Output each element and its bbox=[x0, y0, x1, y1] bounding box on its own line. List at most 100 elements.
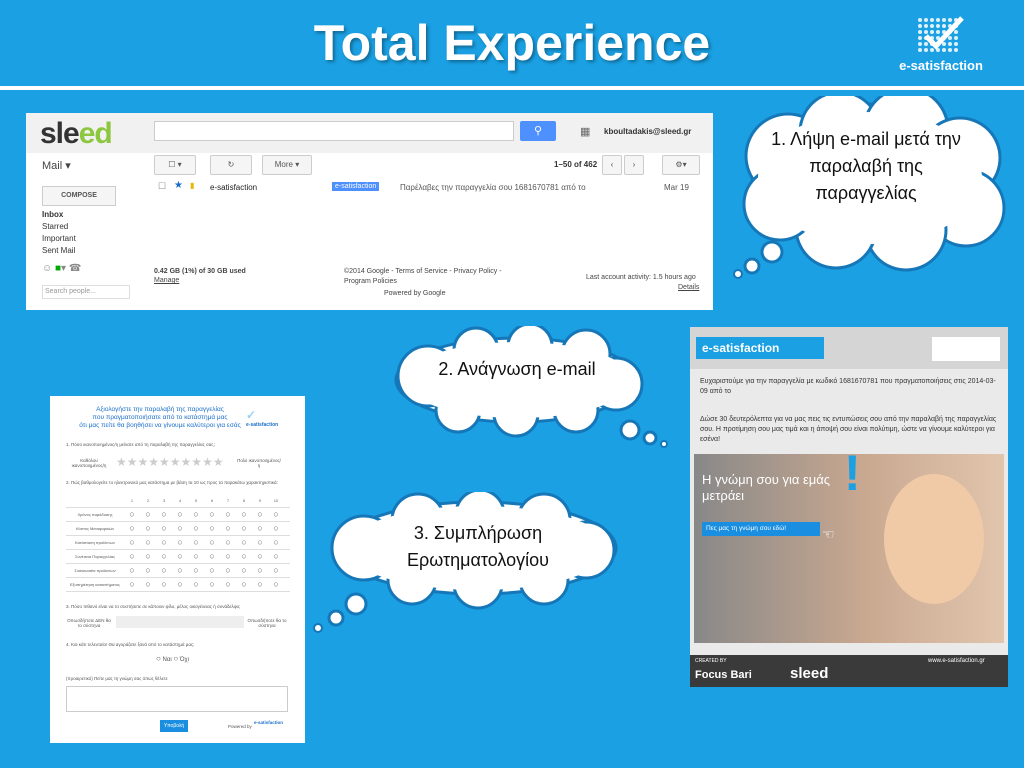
nav-starred[interactable]: Starred bbox=[42, 222, 68, 231]
survey-q5: (προαιρετικό) Πείτε μας τη γνώμη σας όπω… bbox=[66, 676, 168, 681]
radio-option-icon[interactable]: ○ bbox=[204, 552, 220, 561]
radio-option-icon[interactable]: ○ bbox=[204, 510, 220, 519]
radio-option-icon[interactable]: ○ bbox=[140, 566, 156, 575]
repurchase-radio[interactable]: ○ Ναι ○ Όχι bbox=[156, 654, 189, 663]
radio-option-icon[interactable]: ○ bbox=[268, 552, 284, 561]
radio-option-icon[interactable]: ○ bbox=[252, 552, 268, 561]
feedback-cta-button[interactable]: Πες μας τη γνώμη σου εδώ! bbox=[702, 522, 820, 536]
radio-option-icon[interactable]: ○ bbox=[204, 580, 220, 589]
radio-option-icon[interactable]: ○ bbox=[236, 566, 252, 575]
manage-link[interactable]: Manage bbox=[154, 276, 179, 286]
radio-option-icon[interactable]: ○ bbox=[236, 524, 252, 533]
radio-option-icon[interactable]: ○ bbox=[236, 538, 252, 547]
radio-option-icon[interactable]: ○ bbox=[172, 566, 188, 575]
cloud-step-2-text: 2. Ανάγνωση e-mail bbox=[438, 359, 596, 379]
row-checkbox[interactable]: ☐ bbox=[158, 181, 166, 192]
radio-option-icon[interactable]: ○ bbox=[204, 538, 220, 547]
radio-option-icon[interactable]: ○ bbox=[220, 538, 236, 547]
radio-option-icon[interactable]: ○ bbox=[188, 538, 204, 547]
radio-option-icon[interactable]: ○ bbox=[156, 538, 172, 547]
nav-important[interactable]: Important bbox=[42, 234, 76, 243]
radio-option-icon[interactable]: ○ bbox=[124, 580, 140, 589]
radio-option-icon[interactable]: ○ bbox=[220, 552, 236, 561]
survey-title-1: Αξιολογήστε την παραλαβή της παραγγελίας bbox=[96, 406, 224, 413]
radio-option-icon[interactable]: ○ bbox=[124, 524, 140, 533]
radio-option-icon[interactable]: ○ bbox=[268, 538, 284, 547]
radio-option-icon[interactable]: ○ bbox=[172, 538, 188, 547]
radio-option-icon[interactable]: ○ bbox=[252, 580, 268, 589]
star-icon[interactable]: ★ bbox=[174, 180, 183, 191]
radio-option-icon[interactable]: ○ bbox=[156, 552, 172, 561]
radio-option-icon[interactable]: ○ bbox=[236, 552, 252, 561]
details-link[interactable]: Details bbox=[678, 283, 699, 293]
radio-option-icon[interactable]: ○ bbox=[220, 566, 236, 575]
radio-option-icon[interactable]: ○ bbox=[236, 510, 252, 519]
footer-url[interactable]: www.e-satisfaction.gr bbox=[928, 658, 985, 664]
radio-option-icon[interactable]: ○ bbox=[188, 566, 204, 575]
prev-page-icon[interactable]: ‹ bbox=[602, 155, 622, 175]
radio-option-icon[interactable]: ○ bbox=[140, 552, 156, 561]
radio-option-icon[interactable]: ○ bbox=[252, 524, 268, 533]
settings-gear-icon[interactable]: ⚙▾ bbox=[662, 155, 700, 175]
radio-no-icon[interactable]: ○ bbox=[173, 654, 178, 663]
radio-option-icon[interactable]: ○ bbox=[268, 524, 284, 533]
radio-option-icon[interactable]: ○ bbox=[252, 538, 268, 547]
radio-option-icon[interactable]: ○ bbox=[220, 580, 236, 589]
radio-option-icon[interactable]: ○ bbox=[140, 538, 156, 547]
radio-option-icon[interactable]: ○ bbox=[124, 538, 140, 547]
apps-grid-icon[interactable]: ▦ bbox=[580, 125, 590, 138]
radio-option-icon[interactable]: ○ bbox=[220, 524, 236, 533]
select-checkbox-button[interactable]: ☐ ▾ bbox=[154, 155, 196, 175]
search-people-input[interactable]: Search people... bbox=[42, 285, 130, 299]
radio-option-icon[interactable]: ○ bbox=[156, 580, 172, 589]
radio-option-icon[interactable]: ○ bbox=[236, 580, 252, 589]
radio-option-icon[interactable]: ○ bbox=[124, 510, 140, 519]
compose-button[interactable]: COMPOSE bbox=[42, 186, 116, 206]
comment-textarea[interactable] bbox=[66, 686, 288, 712]
nps-scale[interactable] bbox=[116, 616, 244, 628]
refresh-icon[interactable]: ↻ bbox=[210, 155, 252, 175]
radio-option-icon[interactable]: ○ bbox=[172, 552, 188, 561]
radio-option-icon[interactable]: ○ bbox=[140, 524, 156, 533]
radio-option-icon[interactable]: ○ bbox=[124, 552, 140, 561]
grid-row-label: Εξυπηρέτηση καταστήματος bbox=[70, 582, 120, 587]
radio-option-icon[interactable]: ○ bbox=[172, 510, 188, 519]
next-page-icon[interactable]: › bbox=[624, 155, 644, 175]
radio-option-icon[interactable]: ○ bbox=[252, 566, 268, 575]
mail-dropdown[interactable]: Mail ▾ bbox=[42, 159, 71, 172]
gmail-search-input[interactable] bbox=[154, 121, 514, 141]
radio-option-icon[interactable]: ○ bbox=[156, 510, 172, 519]
radio-option-icon[interactable]: ○ bbox=[188, 552, 204, 561]
submit-button[interactable]: Υποβολή bbox=[160, 720, 188, 732]
radio-option-icon[interactable]: ○ bbox=[204, 566, 220, 575]
account-email[interactable]: kboultadakis@sleed.gr bbox=[604, 127, 691, 136]
radio-option-icon[interactable]: ○ bbox=[172, 580, 188, 589]
radio-option-icon[interactable]: ○ bbox=[204, 524, 220, 533]
more-button[interactable]: More ▾ bbox=[262, 155, 312, 175]
star-rating[interactable]: ★★★★★★★★★★ bbox=[116, 455, 224, 469]
footer-copyright[interactable]: ©2014 Google - Terms of Service - Privac… bbox=[344, 267, 524, 287]
nav-sent[interactable]: Sent Mail bbox=[42, 246, 75, 255]
radio-option-icon[interactable]: ○ bbox=[252, 510, 268, 519]
cloud-step-3: 3. Συμπλήρωση Ερωτηματολογίου bbox=[308, 488, 624, 634]
radio-option-icon[interactable]: ○ bbox=[188, 510, 204, 519]
search-icon[interactable]: ⚲ bbox=[520, 121, 556, 141]
message-row[interactable]: ☐ ★ ▮ e-satisfaction e-satisfaction Παρέ… bbox=[154, 180, 702, 197]
radio-option-icon[interactable]: ○ bbox=[156, 524, 172, 533]
hangouts-bar[interactable]: ☺ ■▾ ☎ bbox=[42, 263, 81, 274]
radio-option-icon[interactable]: ○ bbox=[220, 510, 236, 519]
radio-option-icon[interactable]: ○ bbox=[188, 580, 204, 589]
radio-option-icon[interactable]: ○ bbox=[124, 566, 140, 575]
radio-option-icon[interactable]: ○ bbox=[156, 566, 172, 575]
radio-option-icon[interactable]: ○ bbox=[172, 524, 188, 533]
radio-yes-icon[interactable]: ○ bbox=[156, 654, 161, 663]
nav-inbox[interactable]: Inbox bbox=[42, 210, 63, 219]
radio-option-icon[interactable]: ○ bbox=[140, 580, 156, 589]
important-marker-icon[interactable]: ▮ bbox=[190, 181, 194, 190]
radio-option-icon[interactable]: ○ bbox=[188, 524, 204, 533]
radio-option-icon[interactable]: ○ bbox=[268, 566, 284, 575]
radio-option-icon[interactable]: ○ bbox=[140, 510, 156, 519]
radio-option-icon[interactable]: ○ bbox=[268, 510, 284, 519]
radio-option-icon[interactable]: ○ bbox=[268, 580, 284, 589]
survey-q3: 3. Πόσο πιθανό είναι να το συστήσετε σε … bbox=[66, 604, 241, 609]
